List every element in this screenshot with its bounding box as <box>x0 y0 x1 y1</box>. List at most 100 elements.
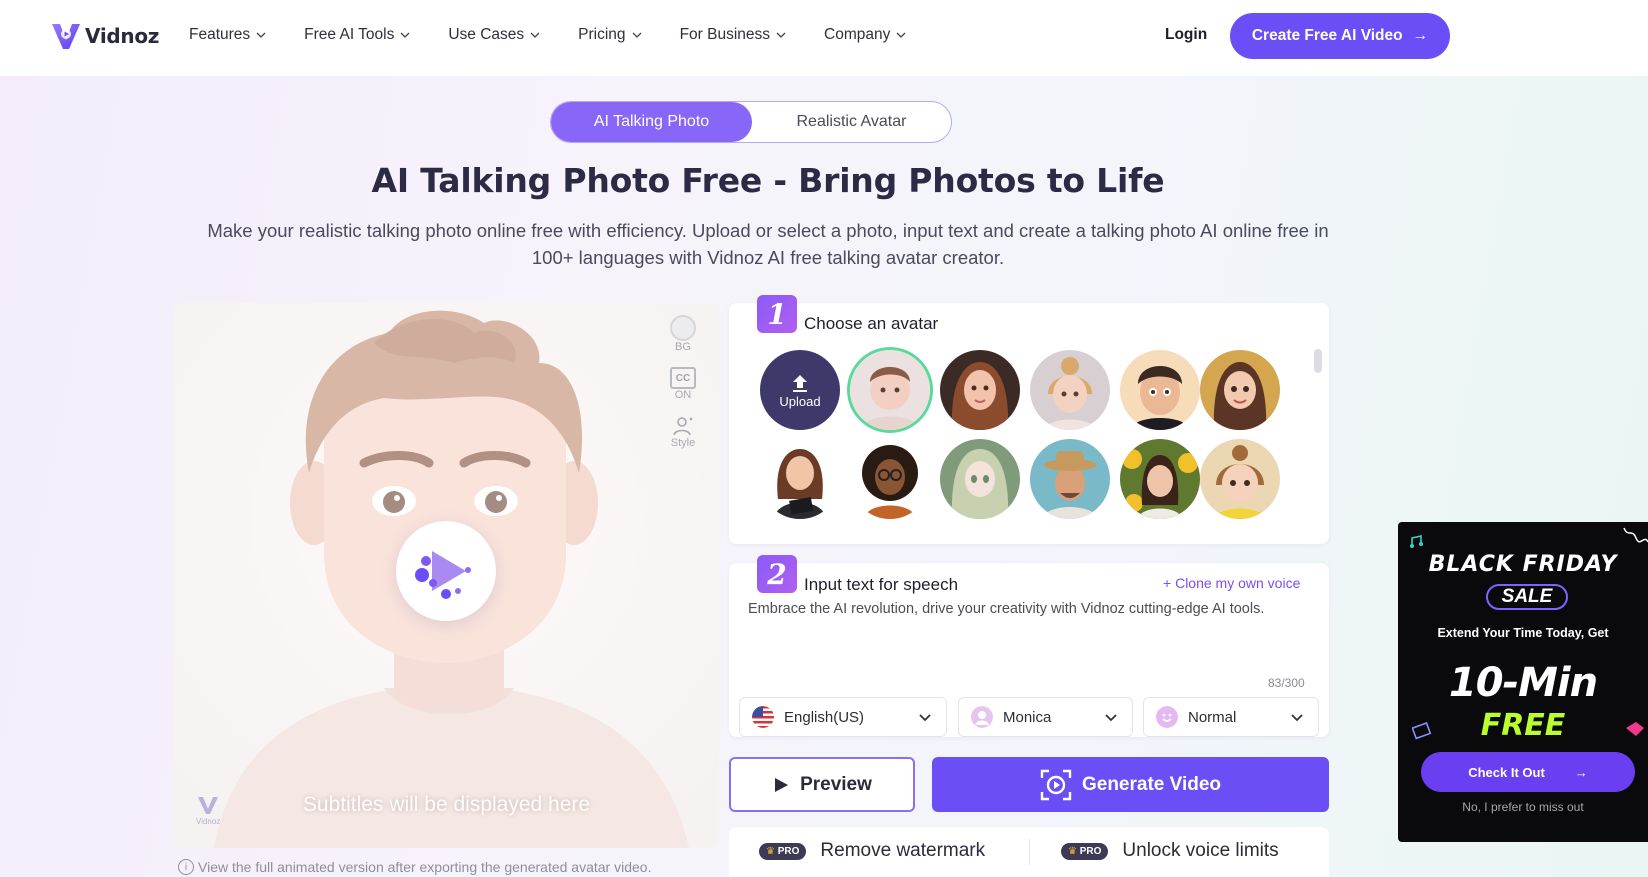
menu-free-ai-tools[interactable]: Free AI Tools <box>304 26 410 44</box>
upload-icon <box>793 374 807 392</box>
voice-select[interactable]: Monica <box>958 697 1133 737</box>
preview-label: Preview <box>800 773 872 795</box>
play-preview-button[interactable] <box>396 521 496 621</box>
avatar-blonde-girl-image <box>1030 350 1110 430</box>
export-note-text: View the full animated version after exp… <box>198 859 652 875</box>
check-it-out-label: Check It Out <box>1468 764 1545 780</box>
speed-select[interactable]: Normal <box>1143 697 1319 737</box>
watermark-text: Vidnoz <box>196 817 221 826</box>
play-triangle-icon <box>775 777 789 792</box>
chevron-down-icon <box>919 714 931 722</box>
preview-watermark: Vidnoz <box>196 795 220 826</box>
pro-badge-label: PRO <box>777 845 800 857</box>
language-select[interactable]: English(US) <box>739 697 947 737</box>
video-frame-icon <box>1040 769 1072 800</box>
vidnoz-logo[interactable]: Vidnoz <box>50 20 159 52</box>
captions-tool[interactable]: CC ON <box>660 367 706 401</box>
menu-use-cases[interactable]: Use Cases <box>448 26 540 44</box>
avatar-option-man-hat[interactable] <box>1030 439 1110 519</box>
speed-value: Normal <box>1188 708 1237 726</box>
avatar-option-businesswoman[interactable] <box>760 439 840 519</box>
info-icon: i <box>178 859 194 875</box>
main-menu: Features Free AI Tools Use Cases Pricing… <box>189 26 944 44</box>
input-text-title: Input text for speech <box>804 575 959 594</box>
background-tool-label: BG <box>675 341 691 353</box>
menu-for-business[interactable]: For Business <box>680 26 786 44</box>
page-subtitle: Make your realistic talking photo online… <box>207 220 1329 268</box>
captions-icon: CC <box>670 367 696 389</box>
page-title: AI Talking Photo Free - Bring Photos to … <box>371 161 1165 200</box>
black-friday-popup: BLACK FRIDAY SALE Extend Your Time Today… <box>1398 522 1648 842</box>
menu-label: Pricing <box>578 26 626 43</box>
style-tool-label: Style <box>670 437 696 449</box>
style-tool[interactable]: Style <box>660 415 706 449</box>
promo-extend-text: Extend Your Time Today, Get <box>1437 626 1609 640</box>
avatar-option-woman-sunflowers[interactable] <box>1120 439 1200 519</box>
captions-state-label: ON <box>674 389 692 401</box>
preview-side-tools: BG CC ON Style <box>660 315 706 463</box>
squiggle-icon <box>1623 527 1648 543</box>
avatar-option-anime-girl[interactable] <box>940 439 1020 519</box>
login-link[interactable]: Login <box>1165 26 1207 44</box>
divider <box>1029 839 1030 865</box>
chevron-down-icon <box>776 32 786 38</box>
background-icon <box>670 315 696 341</box>
pro-features-row: ♛ PRO Remove watermark ♛ PRO Unlock voic… <box>729 827 1329 877</box>
vidnoz-watermark-icon <box>198 797 219 814</box>
avatar-man-cartoon-image <box>850 350 930 430</box>
avatar-anime-girl-image <box>940 439 1020 519</box>
avatar-man-hat-image <box>1030 439 1110 519</box>
tab-realistic-avatar[interactable]: Realistic Avatar <box>752 102 951 142</box>
unlock-voice-option[interactable]: ♛ PRO Unlock voice limits <box>1061 840 1279 862</box>
dismiss-promo-link[interactable]: No, I prefer to miss out <box>1398 800 1648 814</box>
avatar-option-cartoon-man[interactable] <box>1120 350 1200 430</box>
step-2-badge: 2 <box>757 555 797 593</box>
subtitle-placeholder: Subtitles will be displayed here <box>302 793 591 816</box>
plus-icon: + <box>1163 575 1172 591</box>
preview-button[interactable]: Preview <box>729 757 915 812</box>
menu-company[interactable]: Company <box>824 26 906 44</box>
choose-avatar-title: Choose an avatar <box>804 314 939 333</box>
crown-icon: ♛ <box>1068 845 1077 857</box>
avatar-option-woman-brown-hair[interactable] <box>940 350 1020 430</box>
avatar-list-scrollbar[interactable] <box>1314 349 1322 373</box>
export-note: i View the full animated version after e… <box>178 859 651 875</box>
remove-watermark-option[interactable]: ♛ PRO Remove watermark <box>759 840 985 862</box>
avatar-cartoon-girl-image <box>1200 350 1280 430</box>
promo-free: FREE <box>1480 708 1566 743</box>
promo-title: BLACK FRIDAY <box>1428 552 1618 577</box>
clone-voice-label: Clone my own voice <box>1175 575 1301 591</box>
avatar-option-cartoon-kid[interactable] <box>1200 439 1280 519</box>
play-icon <box>415 551 471 599</box>
menu-label: For Business <box>679 26 771 43</box>
menu-features[interactable]: Features <box>189 26 266 44</box>
check-it-out-button[interactable]: Check It Out → <box>1421 752 1635 792</box>
generate-video-button[interactable]: Generate Video <box>932 757 1329 812</box>
avatar-option-man-cartoon[interactable] <box>850 350 930 430</box>
avatar-option-blonde-girl[interactable] <box>1030 350 1110 430</box>
menu-label: Company <box>824 26 891 43</box>
upload-avatar-button[interactable]: Upload <box>760 350 840 430</box>
menu-pricing[interactable]: Pricing <box>578 26 642 44</box>
speech-text-input[interactable]: Embrace the AI revolution, drive your cr… <box>748 601 1318 617</box>
unlock-voice-label: Unlock voice limits <box>1122 840 1279 861</box>
menu-label: Use Cases <box>448 26 525 43</box>
voice-avatar-icon <box>971 706 993 728</box>
background-tool[interactable]: BG <box>660 315 706 353</box>
chevron-down-icon <box>256 32 266 38</box>
remove-watermark-label: Remove watermark <box>820 840 986 861</box>
us-flag-icon <box>752 706 774 728</box>
create-free-ai-video-button[interactable]: Create Free AI Video → <box>1230 13 1450 59</box>
clone-voice-link[interactable]: + Clone my own voice <box>1163 575 1300 591</box>
promo-sale-badge: SALE <box>1486 584 1568 610</box>
upload-label: Upload <box>779 393 821 409</box>
avatar-option-cartoon-girl[interactable] <box>1200 350 1280 430</box>
arrow-right-icon: → <box>1574 764 1588 780</box>
tab-ai-talking-photo[interactable]: AI Talking Photo <box>551 102 752 142</box>
vidnoz-logo-icon <box>52 24 80 49</box>
chevron-down-icon <box>530 32 540 38</box>
promo-minutes: 10-Min <box>1448 660 1598 706</box>
avatar-option-woman-glasses[interactable] <box>850 439 930 519</box>
generate-label: Generate Video <box>1081 773 1222 795</box>
voice-value: Monica <box>1003 708 1052 726</box>
